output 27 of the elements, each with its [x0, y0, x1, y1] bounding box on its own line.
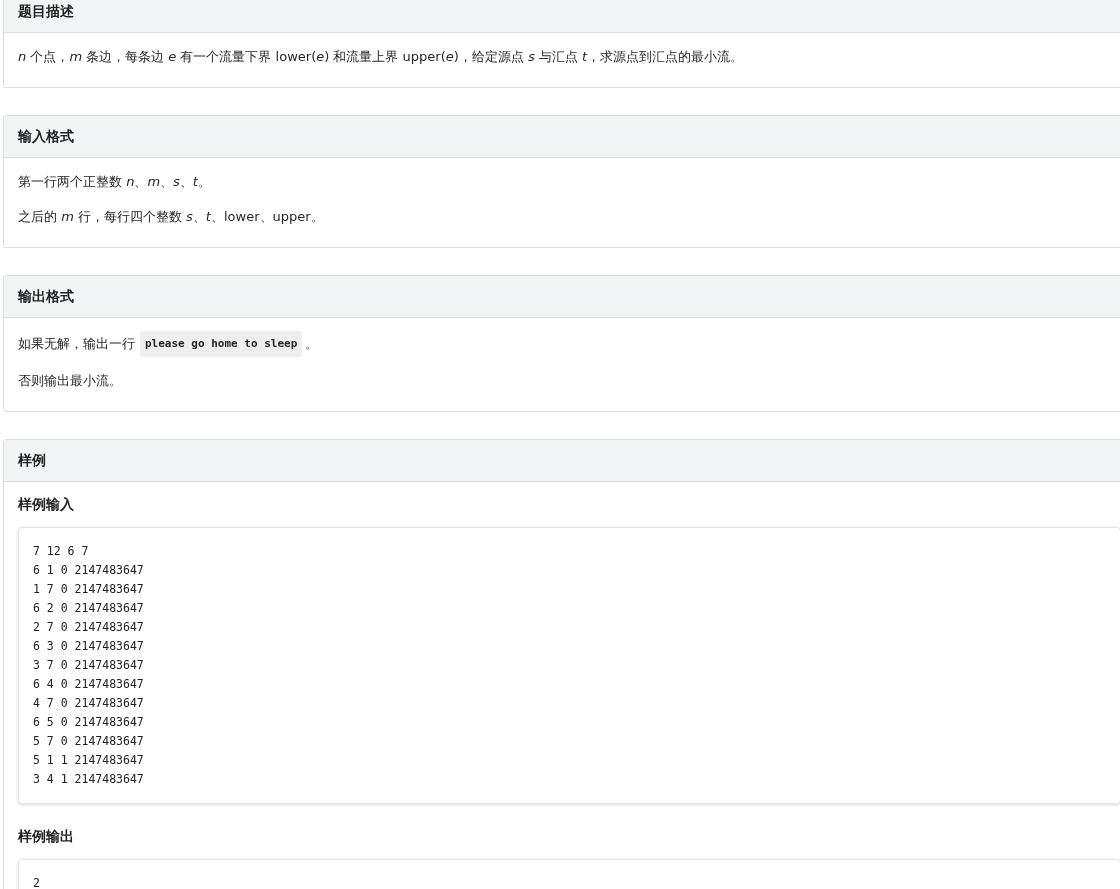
inline-code: please go home to sleep: [140, 331, 303, 357]
code-line: 6 2 0 2147483647: [33, 600, 145, 617]
code-line: 6 3 0 2147483647: [33, 638, 145, 655]
code-line: 4 7 0 2147483647: [33, 695, 145, 712]
code-line: 6 1 0 2147483647: [33, 562, 145, 579]
paragraph-text: 第一行两个正整数 n、m、s、t。: [18, 173, 211, 191]
code-line: 3 7 0 2147483647: [33, 657, 145, 674]
sample-label: 样例输入: [18, 496, 75, 514]
code-line: 7 12 6 7: [33, 543, 90, 560]
section-title: 输出格式: [18, 287, 74, 306]
paragraph-text: 。: [305, 335, 319, 353]
sample-label: 样例输出: [18, 828, 75, 846]
code-line: 6 4 0 2147483647: [33, 676, 145, 693]
section-title: 样例: [18, 451, 46, 470]
code-line: 5 1 1 2147483647: [33, 752, 145, 769]
section-title: 输入格式: [18, 127, 74, 146]
paragraph-text: 如果无解，输出一行: [18, 335, 135, 353]
paragraph-text: 之后的 m 行，每行四个整数 s、t、lower、upper。: [18, 208, 324, 226]
section-title: 题目描述: [18, 2, 74, 21]
code-line: 3 4 1 2147483647: [33, 771, 145, 788]
code-line: 2 7 0 2147483647: [33, 619, 145, 636]
code-line: 2: [33, 875, 41, 889]
code-line: 5 7 0 2147483647: [33, 733, 145, 750]
code-line: 6 5 0 2147483647: [33, 714, 145, 731]
code-line: 1 7 0 2147483647: [33, 581, 145, 598]
paragraph-text: n 个点，m 条边，每条边 e 有一个流量下界 lower(e) 和流量上界 upper(e)，给定源点 s 与汇点 t，求源点到汇点的最小流。: [18, 48, 744, 66]
paragraph-text: 否则输出最小流。: [18, 372, 122, 390]
